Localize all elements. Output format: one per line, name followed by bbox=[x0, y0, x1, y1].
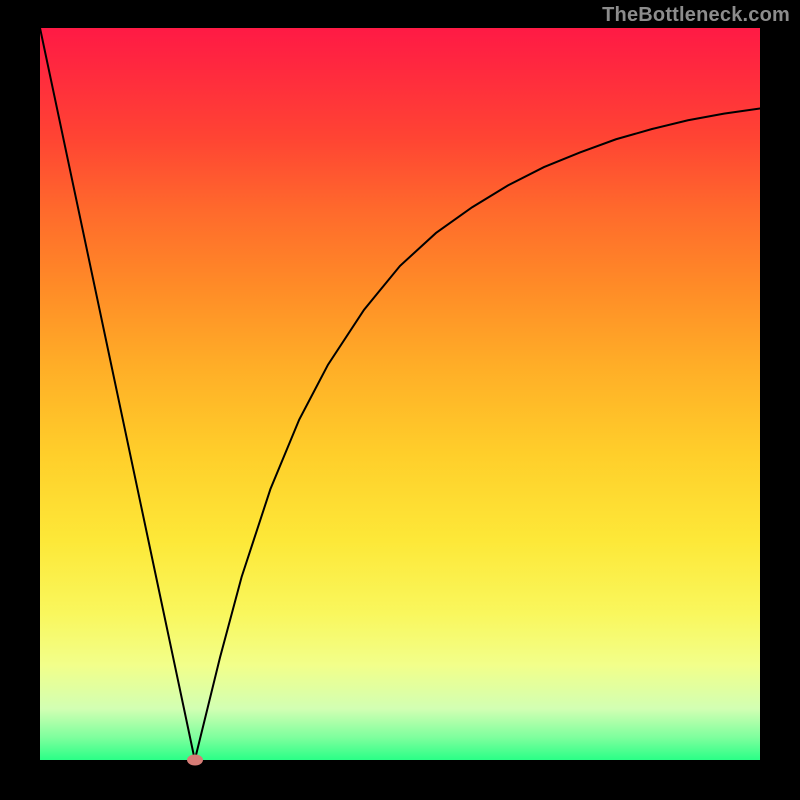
watermark-text: TheBottleneck.com bbox=[602, 4, 790, 27]
plot-area bbox=[40, 28, 760, 760]
bottleneck-curve bbox=[40, 28, 760, 760]
optimal-point-marker bbox=[187, 755, 203, 766]
chart-frame: TheBottleneck.com bbox=[0, 0, 800, 800]
curve-layer bbox=[40, 28, 760, 760]
